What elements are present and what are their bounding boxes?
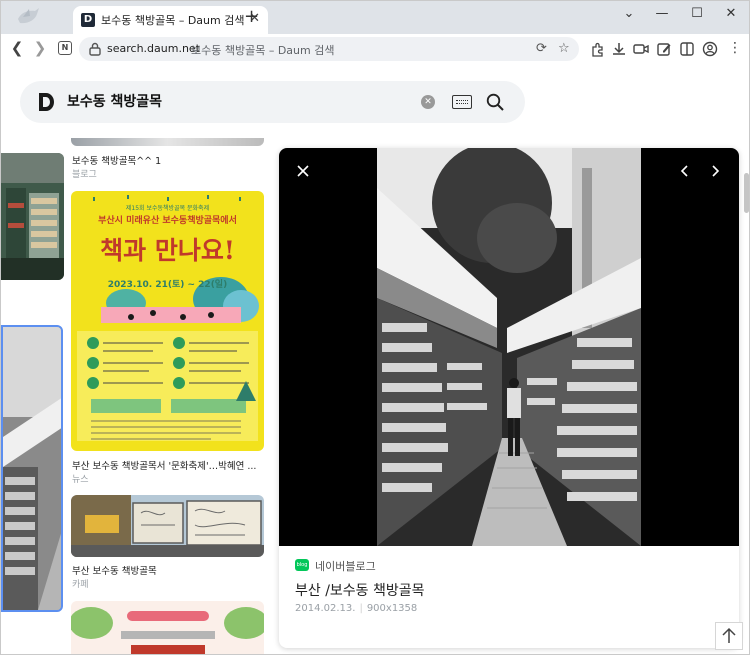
profile-avatar-icon[interactable] [702,41,718,57]
image-viewer: blog 네이버블로그 부산 /보수동 책방골목 2014.02.13. | 900… [279,148,739,648]
maximize-button[interactable]: ☐ [687,6,707,21]
scroll-top-button[interactable] [715,622,743,650]
arrow-up-icon [722,627,736,643]
edit-icon[interactable] [656,41,672,57]
result-thumb-poster-2[interactable] [71,601,264,654]
forward-button[interactable]: ❯ [31,40,49,56]
viewer-stage [279,148,739,546]
result-thumb-selected[interactable] [1,325,63,612]
browser-profile-icon[interactable] [15,5,41,29]
tab-bar: D 보수동 책방골목 – Daum 검색 ✕ + ⌄ — ☐ ✕ [1,1,749,34]
virtual-keyboard-icon[interactable] [452,95,472,109]
viewer-date: 2014.02.13. [295,603,356,614]
daum-search-bar: ✕ [20,81,525,123]
result-caption-3[interactable]: 부산 보수동 책방골목 [72,563,157,577]
page-scrollbar[interactable] [744,173,749,213]
naver-shortcut-icon[interactable]: N [58,41,72,55]
image-results: 보수동 책방골목^^ 1 블로그 제15회 보수동책방골목 문화축제 부산시 미… [1,138,279,654]
result-thumb-poster[interactable]: 제15회 보수동책방골목 문화축제 부산시 미래유산 보수동책방골목에서 책과 … [71,191,264,451]
side-panel-icon[interactable] [679,41,695,57]
url-page-title: 보수동 책방골목 – Daum 검색 [191,44,335,57]
minimize-button[interactable]: — [652,6,672,21]
tab-active[interactable]: D 보수동 책방골목 – Daum 검색 ✕ [73,6,268,34]
viewer-photo[interactable] [377,148,641,546]
naver-blog-icon: blog [295,559,309,571]
result-source-3: 카페 [72,580,89,590]
viewer-close-icon[interactable] [296,164,310,178]
poster-big-title: 책과 만나요! [100,236,235,265]
result-caption-2[interactable]: 부산 보수동 책방골목서 '문화축제'…박혜연 ... [72,458,262,472]
tab-title: 보수동 책방골목 – Daum 검색 [101,14,245,27]
close-window-button[interactable]: ✕ [721,6,741,21]
clear-search-icon[interactable]: ✕ [421,95,435,109]
result-caption-1[interactable]: 보수동 책방골목^^ 1 [72,153,161,167]
viewer-meta: 2014.02.13. | 900x1358 [295,603,418,614]
viewer-source[interactable]: 네이버블로그 [315,558,376,574]
result-thumb-signs[interactable] [71,495,264,557]
google-lens-icon[interactable]: ⟳ [536,41,547,56]
poster-top-line: 제15회 보수동책방골목 문화축제 [125,205,210,212]
search-input[interactable] [67,93,367,109]
browser-window: D 보수동 책방골목 – Daum 검색 ✕ + ⌄ — ☐ ✕ ❮ ❯ N s… [0,0,750,655]
extensions-icon[interactable] [590,41,606,57]
daum-logo-icon[interactable] [38,92,56,112]
download-icon[interactable] [611,41,627,57]
result-source-1: 블로그 [72,170,97,180]
site-info-icon[interactable] [89,42,101,56]
tab-search-icon[interactable]: ⌄ [619,6,639,21]
bookmark-star-icon[interactable]: ☆ [558,41,570,56]
result-thumb-bookstore-color[interactable] [1,153,64,280]
daum-favicon: D [81,13,95,27]
video-icon[interactable] [633,41,649,57]
viewer-prev-icon[interactable] [679,164,691,178]
url-host: search.daum.net [107,42,200,55]
new-tab-button[interactable]: + [244,8,259,26]
poster-date: 2023.10. 21(토) ~ 22(일) [107,280,228,290]
viewer-size: 900x1358 [366,603,418,614]
result-thumb-top[interactable] [71,138,264,146]
result-source-2: 뉴스 [72,475,89,485]
more-menu-icon[interactable]: ⋮ [726,40,744,56]
address-bar[interactable]: search.daum.net 보수동 책방골목 – Daum 검색 ⟳ ☆ [79,37,579,61]
back-button[interactable]: ❮ [8,40,26,56]
viewer-title[interactable]: 부산 /보수동 책방골목 [295,580,425,600]
viewer-next-icon[interactable] [709,164,721,178]
poster-headline: 부산시 미래유산 보수동책방골목에서 [98,216,237,226]
search-icon[interactable] [486,93,504,111]
toolbar: ❮ ❯ N search.daum.net 보수동 책방골목 – Daum 검색… [1,34,749,64]
